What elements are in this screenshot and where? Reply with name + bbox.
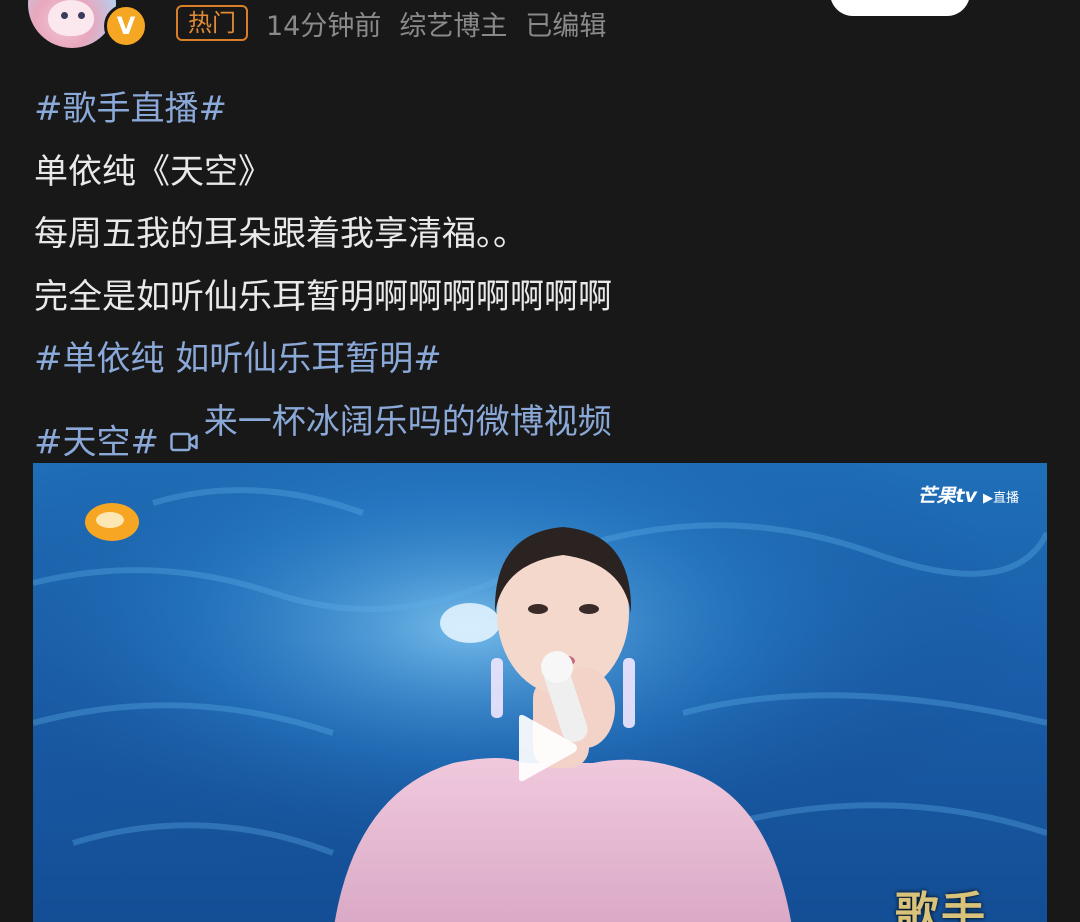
play-icon[interactable] bbox=[511, 713, 581, 783]
video-source-link[interactable]: 来一杯冰阔乐吗的微博视频 bbox=[170, 391, 612, 454]
avatar-eye bbox=[61, 12, 68, 19]
weibo-post: V 热门 14分钟前 综艺博主 已编辑 #歌手直播# 单依纯《天空》 每周五我的… bbox=[0, 0, 1080, 922]
verified-badge-icon: V bbox=[104, 4, 148, 48]
video-camera-icon bbox=[170, 411, 198, 451]
topic-link[interactable]: #单依纯 如听仙乐耳暂明# bbox=[34, 328, 1044, 391]
watermark-live: ▶直播 bbox=[983, 491, 1019, 506]
follow-button[interactable] bbox=[830, 0, 970, 16]
post-text-line: 每周五我的耳朵跟着我享清福。。 bbox=[34, 214, 527, 254]
post-text-line: 完全是如听仙乐耳暂明啊啊啊啊啊啊啊 bbox=[34, 276, 612, 317]
hot-tag[interactable]: 热门 bbox=[176, 5, 248, 41]
watermark-brand: 芒果tv bbox=[917, 485, 977, 507]
post-text-line: #天空# 来一杯冰阔乐吗的微博视频 bbox=[34, 391, 1044, 462]
author-role: 综艺博主 bbox=[399, 10, 508, 42]
post-time: 14分钟前 bbox=[266, 10, 382, 42]
video-source-label: 来一杯冰阔乐吗的微博视频 bbox=[203, 401, 612, 442]
stage-scene bbox=[33, 463, 1047, 922]
video-player[interactable]: 芒果tv ▶直播 歌手 bbox=[33, 463, 1047, 922]
topic-link[interactable]: #歌手直播# bbox=[34, 78, 1044, 141]
mango-tv-watermark: 芒果tv ▶直播 bbox=[918, 481, 1019, 508]
edited-label[interactable]: 已编辑 bbox=[525, 4, 606, 43]
hunan-tv-logo-icon bbox=[85, 503, 139, 541]
post-body: #歌手直播# 单依纯《天空》 每周五我的耳朵跟着我享清福。。 完全是如听仙乐耳暂… bbox=[34, 78, 1044, 462]
topic-link[interactable]: #天空# bbox=[34, 422, 159, 462]
avatar-face bbox=[48, 0, 94, 36]
post-meta: 热门 14分钟前 综艺博主 已编辑 bbox=[176, 4, 606, 42]
avatar-eye bbox=[78, 12, 85, 19]
show-logo: 歌手 bbox=[895, 888, 987, 922]
post-text-line: 单依纯《天空》 bbox=[34, 151, 272, 192]
avatar[interactable] bbox=[28, 0, 116, 48]
